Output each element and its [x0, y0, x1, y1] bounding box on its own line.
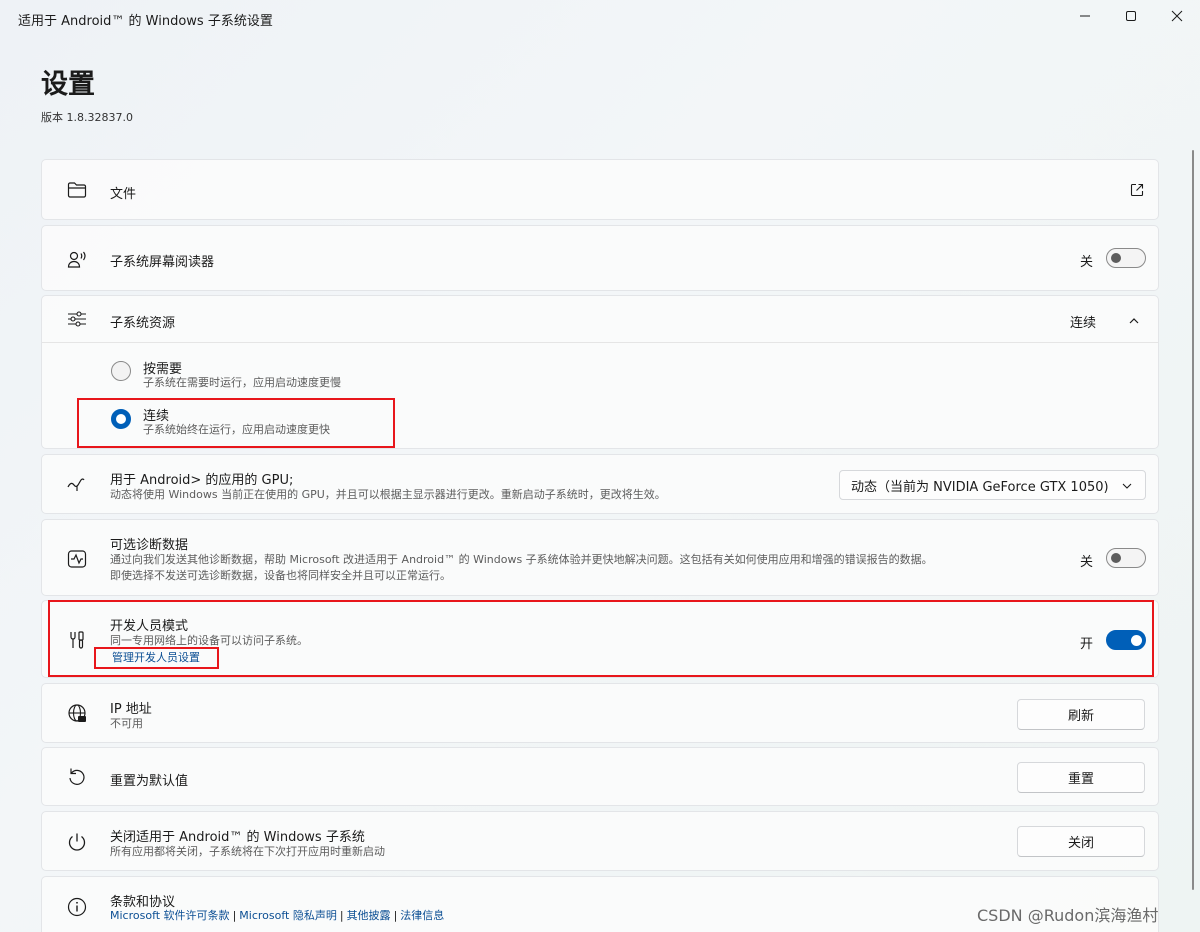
files-card[interactable]: 文件	[41, 159, 1159, 220]
shutdown-button[interactable]: 关闭	[1017, 826, 1145, 857]
files-title: 文件	[110, 187, 137, 202]
shutdown-title: 关闭适用于 Android™ 的 Windows 子系统	[110, 830, 365, 845]
resources-header[interactable]: 子系统资源 连续	[42, 296, 1158, 343]
diagnostics-desc-2: 即使选择不发送可选诊断数据，设备也将同样安全并且可以正常运行。	[110, 569, 451, 582]
privacy-statement-link[interactable]: Microsoft 隐私声明	[239, 909, 337, 922]
license-terms-link[interactable]: Microsoft 软件许可条款	[110, 909, 230, 922]
diagnostics-toggle[interactable]	[1106, 548, 1146, 568]
reset-card: 重置为默认值 重置	[41, 747, 1159, 806]
maximize-icon	[1126, 11, 1136, 21]
ip-title: IP 地址	[110, 702, 152, 717]
diagnostics-desc-1: 通过向我们发送其他诊断数据，帮助 Microsoft 改进适用于 Android…	[110, 553, 933, 566]
gpu-icon	[66, 474, 88, 496]
refresh-button[interactable]: 刷新	[1017, 699, 1145, 730]
resources-value: 连续	[1070, 316, 1097, 331]
diagnostics-state: 关	[1080, 555, 1094, 570]
maximize-button[interactable]	[1108, 0, 1154, 32]
screen-reader-state: 关	[1080, 255, 1094, 270]
reset-button[interactable]: 重置	[1017, 762, 1145, 793]
shutdown-card: 关闭适用于 Android™ 的 Windows 子系统 所有应用都将关闭，子系…	[41, 811, 1159, 871]
highlight-box-manage-link	[94, 647, 219, 669]
shutdown-desc: 所有应用都将关闭，子系统将在下次打开应用时重新启动	[110, 845, 385, 858]
highlight-box-continuous	[77, 398, 395, 448]
open-external-icon[interactable]	[1129, 182, 1145, 198]
page-title: 设置	[41, 69, 95, 100]
version-label: 版本 1.8.32837.0	[41, 111, 133, 124]
close-button[interactable]	[1154, 0, 1200, 32]
other-disclosures-link[interactable]: 其他披露	[347, 909, 391, 922]
screen-reader-icon	[66, 248, 88, 270]
screen-reader-card: 子系统屏幕阅读器 关	[41, 225, 1159, 291]
ip-card: IP 地址 不可用 刷新	[41, 683, 1159, 743]
minimize-icon	[1080, 15, 1090, 17]
gpu-select-value: 动态（当前为 NVIDIA GeForce GTX 1050)	[851, 479, 1109, 495]
screen-reader-toggle[interactable]	[1106, 248, 1146, 268]
legal-info-link[interactable]: 法律信息	[400, 909, 444, 922]
screen-reader-title: 子系统屏幕阅读器	[110, 255, 215, 270]
chevron-down-icon	[1122, 483, 1132, 489]
gpu-title: 用于 Android> 的应用的 GPU;	[110, 473, 294, 488]
scrollbar[interactable]	[1192, 150, 1194, 890]
ip-desc: 不可用	[110, 717, 143, 730]
diagnostics-card: 可选诊断数据 通过向我们发送其他诊断数据，帮助 Microsoft 改进适用于 …	[41, 519, 1159, 596]
window-title: 适用于 Android™ 的 Windows 子系统设置	[18, 14, 273, 29]
title-bar: 适用于 Android™ 的 Windows 子系统设置	[0, 0, 1200, 36]
terms-links: Microsoft 软件许可条款 | Microsoft 隐私声明 | 其他披露 | 法律信…	[110, 909, 445, 922]
power-icon	[66, 831, 88, 853]
option-on-demand-desc: 子系统在需要时运行，应用启动速度更慢	[143, 376, 341, 389]
radio-on-demand[interactable]	[111, 361, 131, 381]
minimize-button[interactable]	[1062, 0, 1108, 32]
folder-icon	[66, 179, 88, 201]
pulse-icon	[66, 548, 88, 570]
chevron-up-icon[interactable]	[1127, 313, 1141, 327]
gpu-desc: 动态将使用 Windows 当前正在使用的 GPU，并且可以根据主显示器进行更改…	[110, 488, 666, 501]
info-icon	[66, 896, 88, 918]
diagnostics-title: 可选诊断数据	[110, 538, 189, 553]
reset-icon	[66, 766, 88, 788]
reset-title: 重置为默认值	[110, 774, 189, 789]
globe-icon	[66, 703, 88, 725]
watermark: CSDN @Rudon滨海渔村	[977, 906, 1159, 925]
resources-title: 子系统资源	[110, 316, 176, 331]
close-icon	[1171, 10, 1183, 22]
gpu-select[interactable]: 动态（当前为 NVIDIA GeForce GTX 1050)	[839, 470, 1146, 500]
gpu-card: 用于 Android> 的应用的 GPU; 动态将使用 Windows 当前正在…	[41, 454, 1159, 514]
sliders-icon	[66, 308, 88, 330]
